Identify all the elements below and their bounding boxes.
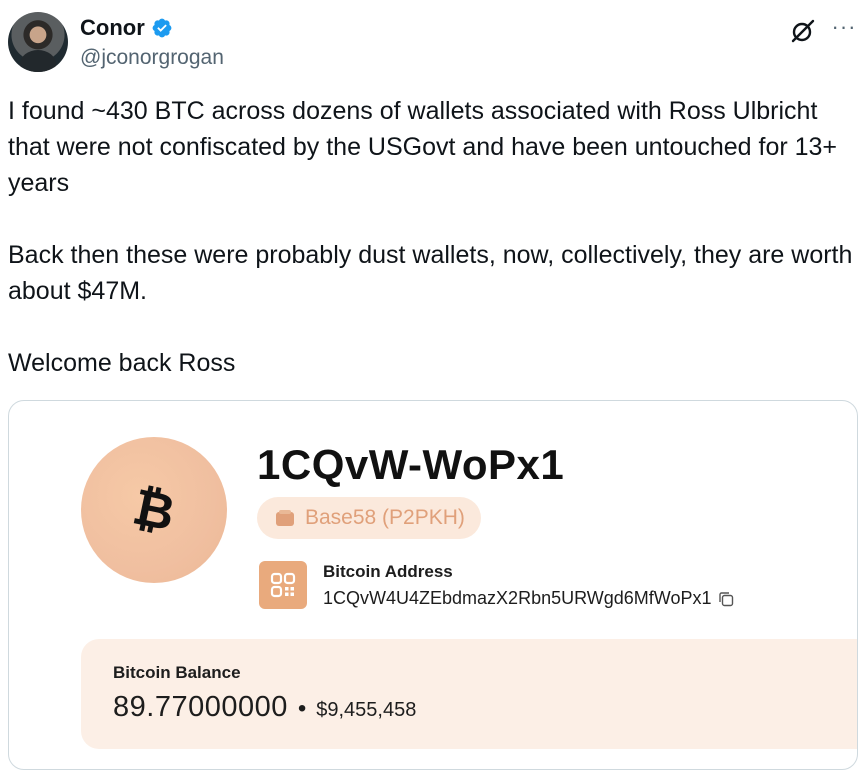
balance-separator: • bbox=[297, 695, 307, 722]
tweet-paragraph: Welcome back Ross bbox=[8, 349, 236, 377]
bitcoin-symbol: ₿ bbox=[128, 477, 180, 542]
copy-icon[interactable] bbox=[717, 590, 735, 608]
address-type-label: Base58 (P2PKH) bbox=[305, 506, 465, 529]
address-short: 1CQvW-WoPx1 bbox=[257, 441, 565, 488]
grok-icon[interactable] bbox=[790, 18, 816, 44]
qr-glyph bbox=[270, 572, 296, 598]
author-name[interactable]: Conor bbox=[80, 15, 145, 41]
balance-usd: $9,455,458 bbox=[316, 699, 417, 721]
wallet-icon bbox=[276, 510, 294, 526]
bitcoin-icon: ₿ bbox=[128, 477, 180, 542]
tweet-paragraph: I found ~430 BTC across dozens of wallet… bbox=[8, 97, 838, 197]
address-full: 1CQvW4U4ZEbdmazX2Rbn5URWgd6MfWoPx1 bbox=[323, 588, 712, 608]
address-full-row: 1CQvW4U4ZEbdmazX2Rbn5URWgd6MfWoPx1 bbox=[323, 588, 735, 609]
more-icon[interactable]: ··· bbox=[830, 16, 858, 44]
tweet-paragraph: Back then these were probably dust walle… bbox=[8, 241, 853, 305]
address-label: Bitcoin Address bbox=[323, 562, 453, 581]
name-row: Conor bbox=[80, 15, 173, 41]
author-handle[interactable]: @jconorgrogan bbox=[80, 46, 224, 70]
balance-label: Bitcoin Balance bbox=[113, 663, 241, 682]
qr-code-icon[interactable] bbox=[259, 561, 307, 609]
address-type-tag: Base58 (P2PKH) bbox=[257, 497, 481, 539]
balance-panel: Bitcoin Balance 89.77000000 • $9,455,458 bbox=[81, 639, 857, 749]
verified-badge-icon bbox=[152, 18, 172, 38]
media-card[interactable]: ₿ 1CQvW-WoPx1 Base58 (P2PKH) Bitcoin Add… bbox=[8, 400, 858, 770]
tweet-text: I found ~430 BTC across dozens of wallet… bbox=[8, 93, 853, 381]
bitcoin-coin: ₿ bbox=[81, 437, 227, 583]
balance-row: 89.77000000 • $9,455,458 bbox=[113, 691, 416, 724]
tweet-header: Conor @jconorgrogan ··· bbox=[8, 12, 858, 72]
balance-btc: 89.77000000 bbox=[113, 691, 288, 723]
avatar[interactable] bbox=[8, 12, 68, 72]
